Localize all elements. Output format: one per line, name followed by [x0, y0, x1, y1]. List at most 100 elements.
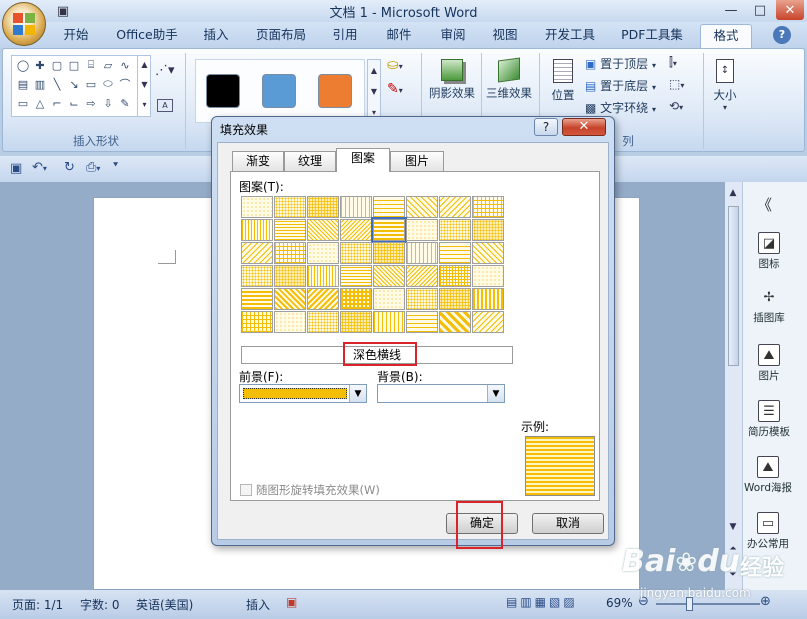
oval-shape-icon[interactable]: ◯ [16, 58, 30, 72]
collapse-sidebar-icon[interactable]: 《 [757, 194, 772, 215]
tab-review[interactable]: 审阅 [430, 22, 476, 48]
vertical-scrollbar[interactable]: ▲ ▼ ⏶ ⏷ [725, 182, 743, 590]
pattern-swatch[interactable] [241, 219, 273, 241]
rotate-with-shape-checkbox[interactable]: 随图形旋转填充效果(W) [240, 482, 380, 498]
save-icon[interactable]: ▣ [10, 161, 22, 176]
pattern-swatch[interactable] [406, 311, 438, 333]
shape-styles-gallery[interactable] [195, 59, 365, 123]
text-wrap-button[interactable]: ▩ 文字环绕 ▾ [585, 99, 656, 116]
pattern-swatch[interactable] [340, 196, 372, 218]
tab-home[interactable]: 开始 [52, 22, 100, 48]
tab-page-layout[interactable]: 页面布局 [248, 22, 314, 48]
rotate-icon[interactable]: ⟲▾ [669, 99, 683, 113]
style-swatch-black[interactable] [206, 74, 240, 108]
pattern-swatch[interactable] [307, 196, 339, 218]
pattern-swatch[interactable] [373, 242, 405, 264]
pattern-swatch[interactable] [406, 219, 438, 241]
edit-points-icon[interactable]: ⋰▾ [155, 63, 175, 78]
pattern-swatch[interactable] [274, 288, 306, 310]
pattern-swatch[interactable] [241, 311, 273, 333]
ellipse-outline-shape-icon[interactable]: ⬭ [101, 77, 115, 91]
close-button[interactable]: ✕ [776, 0, 804, 20]
tab-developer[interactable]: 开发工具 [536, 22, 604, 48]
pattern-swatch[interactable] [406, 242, 438, 264]
elbow-arrow-shape-icon[interactable]: ⌙ [67, 96, 81, 110]
pattern-swatch[interactable] [307, 219, 339, 241]
pattern-swatch[interactable] [373, 265, 405, 287]
align-icon[interactable]: ⫿▾ [669, 55, 677, 70]
styles-scroll[interactable]: ▲ ▼ ▾ [367, 59, 381, 123]
pattern-swatch[interactable] [274, 219, 306, 241]
pattern-swatch[interactable] [472, 196, 504, 218]
pattern-swatch[interactable] [307, 288, 339, 310]
pattern-swatch[interactable] [340, 265, 372, 287]
pattern-swatch[interactable] [307, 242, 339, 264]
wave-shape-icon[interactable]: ∿ [118, 58, 132, 72]
tab-mailings[interactable]: 邮件 [376, 22, 422, 48]
pattern-swatch[interactable] [472, 265, 504, 287]
line-color-icon[interactable]: ✎▾ [387, 81, 403, 97]
pattern-swatch[interactable] [406, 196, 438, 218]
size-button[interactable]: ↕ 大小 ▾ [707, 53, 743, 127]
send-to-back-button[interactable]: ▤ 置于底层 ▾ [585, 77, 656, 94]
gallery-scroll[interactable]: ▲ ▼ ▾ [137, 55, 151, 117]
macro-record-icon[interactable]: ▣ [286, 595, 297, 609]
vertical-textbox-shape-icon[interactable]: ▥ [33, 77, 47, 91]
line-shape-icon[interactable]: ╲ [50, 77, 64, 91]
tab-pdf-tools[interactable]: PDF工具集 [612, 22, 692, 48]
background-color-select[interactable]: ▼ [377, 384, 505, 403]
foreground-color-select[interactable]: ▼ [239, 384, 367, 403]
textbox-icon[interactable]: A [157, 99, 173, 112]
style-swatch-orange[interactable] [318, 74, 352, 108]
pattern-swatch[interactable] [340, 242, 372, 264]
maximize-button[interactable]: □ [745, 0, 775, 20]
rect-outline-shape-icon[interactable]: ▭ [84, 77, 98, 91]
pattern-swatch[interactable] [373, 311, 405, 333]
tab-picture[interactable]: 图片 [390, 151, 444, 171]
cross-shape-icon[interactable]: ✚ [33, 58, 47, 72]
style-swatch-blue[interactable] [262, 74, 296, 108]
pattern-swatch[interactable] [472, 288, 504, 310]
sidebar-item-illustrations[interactable]: ✢ 插图库 [747, 286, 791, 325]
pattern-swatch[interactable] [439, 219, 471, 241]
pattern-swatch[interactable] [274, 196, 306, 218]
tab-texture[interactable]: 纹理 [284, 151, 336, 171]
curve-shape-icon[interactable]: ⌒ [118, 77, 132, 91]
pattern-swatch[interactable] [439, 242, 471, 264]
scrollbar-thumb[interactable] [728, 206, 739, 366]
shadow-effects-button[interactable]: 阴影效果 [425, 53, 479, 113]
pattern-swatch-selected[interactable] [371, 217, 407, 243]
fill-color-icon[interactable]: ⛀▾ [387, 57, 403, 73]
tab-references[interactable]: 引用 [322, 22, 368, 48]
textbox-shape-icon[interactable]: ▤ [16, 77, 30, 91]
pattern-swatch[interactable] [241, 242, 273, 264]
cancel-button[interactable]: 取消 [532, 513, 604, 534]
chevron-down-icon[interactable]: ▼ [487, 385, 504, 402]
arrow-line-shape-icon[interactable]: ↘ [67, 77, 81, 91]
pattern-swatch[interactable] [307, 265, 339, 287]
pattern-swatch[interactable] [472, 311, 504, 333]
dialog-close-button[interactable]: ✕ [562, 118, 606, 136]
print-preview-icon[interactable]: ⎙▾ [86, 160, 100, 175]
pattern-swatch[interactable] [439, 196, 471, 218]
position-button[interactable]: 位置 [543, 53, 583, 113]
pattern-swatch[interactable] [439, 311, 471, 333]
pattern-swatch[interactable] [406, 288, 438, 310]
sidebar-item-icons[interactable]: ◪ 图标 [747, 232, 791, 271]
word-count[interactable]: 字数: 0 [80, 596, 120, 613]
pattern-swatch[interactable] [373, 196, 405, 218]
elbow-connector-shape-icon[interactable]: ⌐ [50, 96, 64, 110]
pattern-swatch[interactable] [439, 288, 471, 310]
rounded-rect-shape-icon[interactable]: ▭ [16, 96, 30, 110]
pattern-swatch[interactable] [406, 265, 438, 287]
group-objects-icon[interactable]: ⬚▾ [669, 77, 684, 91]
sidebar-item-word-posters[interactable]: ⛰ Word海报 [743, 456, 793, 495]
view-buttons[interactable]: ▤▥▦▧▨ [506, 595, 578, 609]
save-icon[interactable]: ▣ [48, 1, 78, 21]
tab-pattern[interactable]: 图案 [336, 148, 390, 172]
sidebar-item-resume-templates[interactable]: ☰ 简历模板 [747, 400, 791, 439]
rectangle-shape-icon[interactable]: ▢ [50, 58, 64, 72]
office-button[interactable] [2, 2, 46, 46]
pattern-swatch[interactable] [472, 219, 504, 241]
tab-format[interactable]: 格式 [700, 24, 752, 48]
